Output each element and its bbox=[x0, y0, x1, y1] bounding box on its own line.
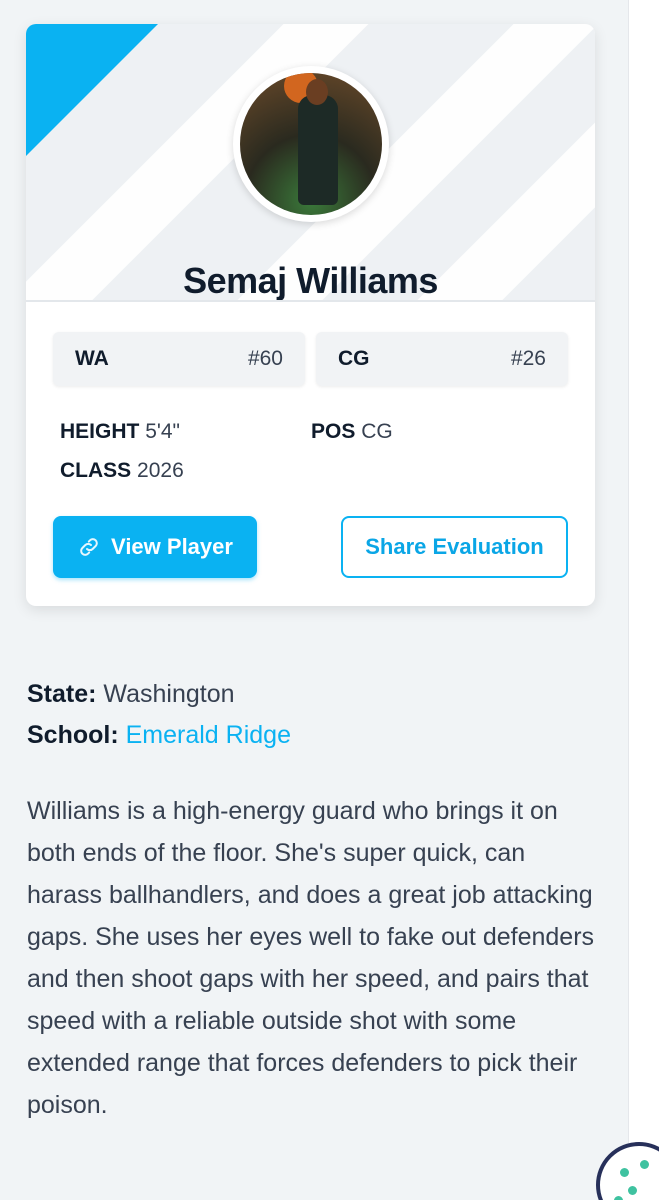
class-label: CLASS bbox=[60, 459, 132, 482]
link-icon bbox=[80, 538, 98, 556]
scrollbar-track[interactable] bbox=[628, 0, 659, 1200]
card-header: Semaj Williams bbox=[26, 24, 595, 302]
position-rank-value: #26 bbox=[510, 347, 546, 370]
state-rank-label: WA bbox=[75, 347, 109, 370]
cookie-chip bbox=[628, 1186, 637, 1195]
cookie-icon[interactable] bbox=[596, 1142, 659, 1200]
height-label: HEIGHT bbox=[60, 420, 140, 443]
state-rank-box: WA #60 bbox=[53, 332, 305, 386]
cookie-chip bbox=[620, 1168, 629, 1177]
player-avatar bbox=[233, 66, 389, 222]
player-figure-head bbox=[306, 79, 328, 105]
player-photo bbox=[240, 73, 382, 215]
cookie-chip bbox=[640, 1160, 649, 1169]
player-name: Semaj Williams bbox=[183, 260, 438, 301]
class-info: CLASS 2026 bbox=[60, 459, 184, 483]
class-value: 2026 bbox=[137, 459, 184, 482]
player-figure bbox=[298, 95, 338, 205]
position-rank-label: CG bbox=[338, 347, 370, 370]
school-link[interactable]: Emerald Ridge bbox=[126, 721, 291, 749]
share-evaluation-button[interactable]: Share Evaluation bbox=[341, 516, 568, 578]
position-label: POS bbox=[311, 420, 356, 443]
share-evaluation-label: Share Evaluation bbox=[365, 534, 544, 559]
player-card: Semaj Williams WA #60 CG #26 HEIGHT 5'4"… bbox=[26, 24, 595, 606]
cookie-chip bbox=[614, 1196, 623, 1200]
state-label: State: bbox=[27, 680, 97, 708]
height-info: HEIGHT 5'4" bbox=[60, 420, 180, 444]
state-value: Washington bbox=[103, 680, 235, 708]
player-evaluation-text: Williams is a high-energy guard who brin… bbox=[27, 797, 595, 1119]
height-value: 5'4" bbox=[145, 420, 181, 443]
school-label: School: bbox=[27, 721, 119, 749]
state-row: State: Washington bbox=[27, 680, 235, 709]
position-value: CG bbox=[361, 420, 393, 443]
position-info: POS CG bbox=[311, 420, 393, 444]
state-rank-value: #60 bbox=[247, 347, 283, 370]
school-row: School: Emerald Ridge bbox=[27, 721, 291, 750]
position-rank-box: CG #26 bbox=[316, 332, 568, 386]
corner-accent bbox=[26, 24, 158, 156]
view-player-button[interactable]: View Player bbox=[53, 516, 257, 578]
view-player-label: View Player bbox=[111, 534, 233, 559]
